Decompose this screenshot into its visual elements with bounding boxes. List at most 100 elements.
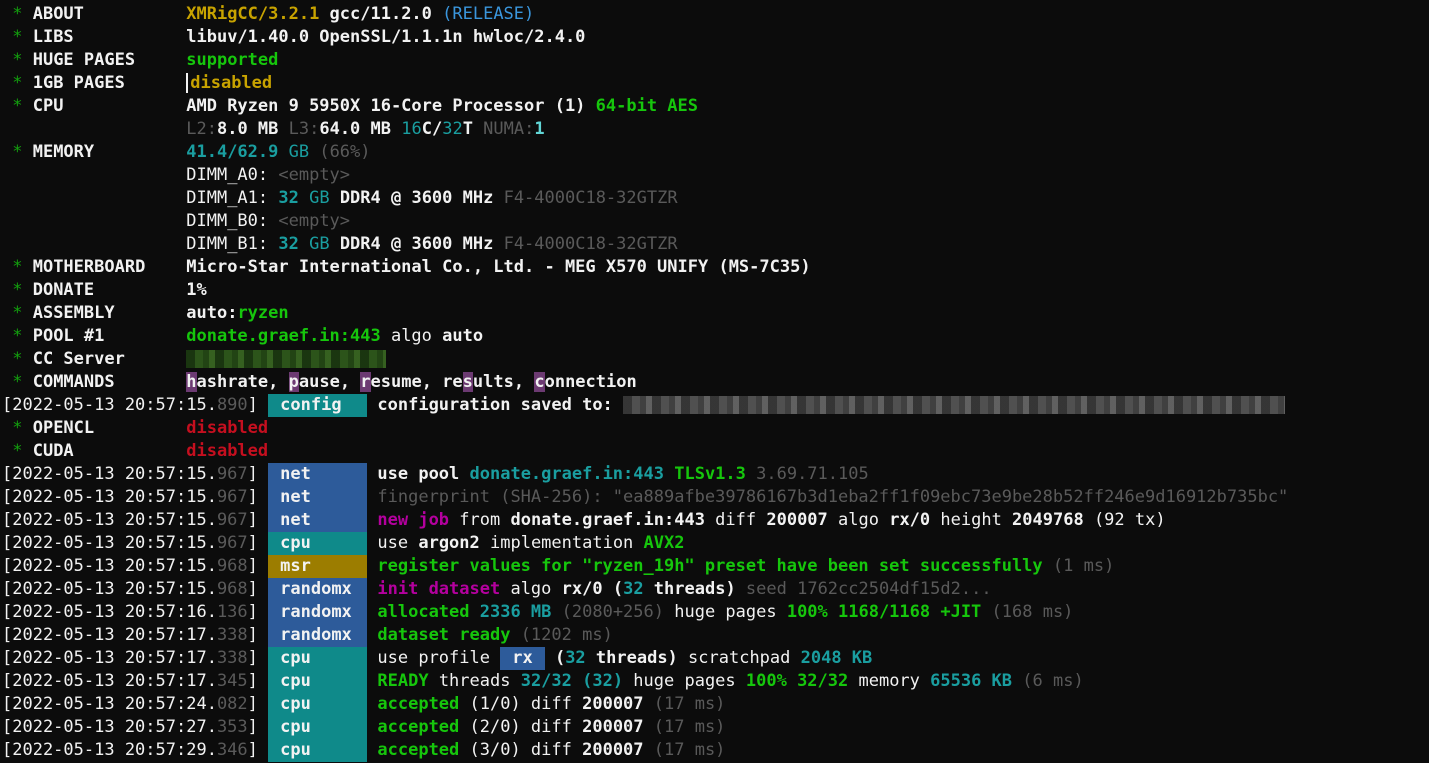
log-line: [2022-05-13 20:57:16.136] randomx alloca… xyxy=(2,601,1427,624)
log-line: [2022-05-13 20:57:17.345] cpu READY thre… xyxy=(2,670,1427,693)
log-message: 2336 MB xyxy=(479,602,552,622)
log-tag: randomx xyxy=(268,624,368,647)
log-message: (17 ms) xyxy=(643,740,726,760)
log-message: height xyxy=(930,510,1013,530)
header-value: DIMM_A1: xyxy=(186,188,279,208)
header-value: auto: xyxy=(186,303,238,323)
bullet-star: * xyxy=(2,27,33,47)
log-message: argon2 xyxy=(418,533,480,553)
log-message: use pool xyxy=(377,464,470,484)
log-message: (6 ms) xyxy=(1012,671,1084,691)
header-value: 41.4/62.9 xyxy=(186,142,279,162)
header-line: * MOTHERBOARD Micro-Star International C… xyxy=(2,256,1427,279)
log-message: (17 ms) xyxy=(643,694,726,714)
log-timestamp-ms: 353 xyxy=(216,717,248,737)
header-line: DIMM_A0: <empty> xyxy=(2,164,1427,187)
log-timestamp-ms: 082 xyxy=(216,694,248,714)
log-message: accepted xyxy=(377,740,460,760)
header-value: auto xyxy=(442,326,484,346)
log-message: 32/32 (32) xyxy=(520,671,624,691)
log-timestamp-ms: 345 xyxy=(216,671,248,691)
header-key: MEMORY xyxy=(32,142,187,162)
log-message: seed 1762cc2504df15d2... xyxy=(735,579,992,599)
header-value: donate.graef.in:443 xyxy=(186,326,381,346)
profile-tag: rx xyxy=(500,647,545,670)
log-tag: cpu xyxy=(268,670,368,693)
log-tag: cpu xyxy=(268,693,368,716)
log-timestamp-ms: 346 xyxy=(216,740,248,760)
header-line: L2:8.0 MB L3:64.0 MB 16C/32T NUMA:1 xyxy=(2,118,1427,141)
header-key: ABOUT xyxy=(32,4,187,24)
log-line: [2022-05-13 20:57:15.890] config configu… xyxy=(2,394,1427,417)
header-value: 32 xyxy=(278,188,299,208)
log-message: 2049768 xyxy=(1012,510,1084,530)
header-value: XMRigCC/3.2.1 xyxy=(186,4,320,24)
header-value: L2: xyxy=(186,119,217,139)
log-message: threads) xyxy=(643,579,736,599)
log-message: 65536 KB xyxy=(930,671,1013,691)
header-value: <empty> xyxy=(278,211,351,231)
bullet-star: * xyxy=(2,349,33,369)
log-timestamp: [2022-05-13 20:57:29. xyxy=(2,740,217,760)
log-tag: config xyxy=(268,394,368,417)
header-key xyxy=(33,188,187,208)
header-value: disabled xyxy=(186,418,269,438)
terminal-output[interactable]: * ABOUT XMRigCC/3.2.1 gcc/11.2.0 (RELEAS… xyxy=(2,3,1427,762)
log-message: (1 ms) xyxy=(1042,556,1115,576)
header-line: * CC Server xyxy=(2,348,1427,371)
log-timestamp-close: ] xyxy=(247,556,269,576)
header-value: C/ xyxy=(421,119,443,139)
log-message: init dataset xyxy=(377,579,501,599)
header-line: * POOL #1 donate.graef.in:443 algo auto xyxy=(2,325,1427,348)
log-message: rx/0 xyxy=(889,510,931,530)
header-value: (RELEASE) xyxy=(442,4,535,24)
header-value: disabled xyxy=(186,441,269,461)
text-cursor-icon xyxy=(186,73,189,93)
log-line: [2022-05-13 20:57:15.968] msr register v… xyxy=(2,555,1427,578)
log-message: new job xyxy=(377,510,450,530)
header-line: * CPU AMD Ryzen 9 5950X 16-Core Processo… xyxy=(2,95,1427,118)
header-line: * ASSEMBLY auto:ryzen xyxy=(2,302,1427,325)
header-line: * LIBS libuv/1.40.0 OpenSSL/1.1.1n hwloc… xyxy=(2,26,1427,49)
bullet-star xyxy=(2,165,33,185)
log-timestamp: [2022-05-13 20:57:16. xyxy=(2,602,217,622)
header-key: POOL #1 xyxy=(32,326,187,346)
log-timestamp: [2022-05-13 20:57:17. xyxy=(2,648,217,668)
header-value: s xyxy=(462,372,473,392)
bullet-star: * xyxy=(2,418,33,438)
header-key: ASSEMBLY xyxy=(32,303,187,323)
log-timestamp-ms: 136 xyxy=(216,602,248,622)
header-value: esume, re xyxy=(370,372,463,392)
log-message: (168 ms) xyxy=(981,602,1074,622)
log-message: accepted xyxy=(377,694,460,714)
header-key: HUGE PAGES xyxy=(32,50,187,70)
header-value: DIMM_B1: xyxy=(186,234,279,254)
header-value: 64.0 MB xyxy=(319,119,402,139)
header-value: <empty> xyxy=(278,165,351,185)
bullet-star: * xyxy=(2,280,33,300)
log-timestamp: [2022-05-13 20:57:27. xyxy=(2,717,217,737)
header-value: Micro-Star International Co., Ltd. - MEG… xyxy=(186,257,811,277)
header-value: 1% xyxy=(186,280,207,300)
log-timestamp: [2022-05-13 20:57:15. xyxy=(2,579,217,599)
log-tag: randomx xyxy=(268,601,368,624)
log-timestamp: [2022-05-13 20:57:15. xyxy=(2,510,217,530)
log-message: huge pages xyxy=(623,671,746,691)
log-message: 200007 xyxy=(582,717,644,737)
header-value: GB xyxy=(278,142,320,162)
header-value: T xyxy=(462,119,484,139)
log-message: donate.graef.in:443 xyxy=(469,464,664,484)
header-line: DIMM_A1: 32 GB DDR4 @ 3600 MHz F4-4000C1… xyxy=(2,187,1427,210)
log-timestamp: [2022-05-13 20:57:17. xyxy=(2,671,217,691)
header-value: 1 xyxy=(534,119,545,139)
header-key xyxy=(33,165,187,185)
bullet-star xyxy=(2,234,33,254)
log-message: 200007 xyxy=(582,694,644,714)
bullet-star: * xyxy=(2,257,33,277)
log-message: from xyxy=(449,510,511,530)
header-value: DIMM_A0: xyxy=(186,165,279,185)
